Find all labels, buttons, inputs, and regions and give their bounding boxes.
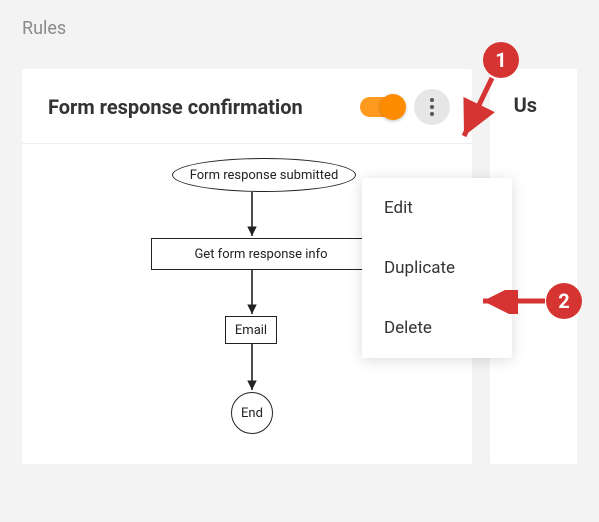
rule-toggle[interactable] xyxy=(360,97,404,117)
annotation-badge-1: 1 xyxy=(483,42,519,78)
more-menu-button[interactable] xyxy=(414,89,450,125)
annotation-arrow-1-icon xyxy=(450,72,510,152)
kebab-dot-icon xyxy=(430,112,434,116)
flow-node-start: Form response submitted xyxy=(172,158,356,192)
card-header: Form response confirmation xyxy=(22,69,472,144)
card-title: Form response confirmation xyxy=(48,95,303,119)
kebab-dot-icon xyxy=(430,105,434,109)
more-menu-dropdown: Edit Duplicate Delete xyxy=(362,178,512,358)
card-header-actions xyxy=(360,89,450,125)
flow-node-step1: Get form response info xyxy=(151,238,371,270)
annotation-badge-2: 2 xyxy=(546,283,582,319)
annotation-arrow-2-icon xyxy=(475,290,555,314)
menu-item-edit[interactable]: Edit xyxy=(362,178,512,238)
card-title-secondary: Us xyxy=(514,93,577,117)
kebab-dot-icon xyxy=(430,98,434,102)
flow-node-step2: Email xyxy=(225,316,277,344)
toggle-knob xyxy=(380,94,406,120)
menu-item-duplicate[interactable]: Duplicate xyxy=(362,238,512,298)
flow-node-end: End xyxy=(231,392,273,434)
